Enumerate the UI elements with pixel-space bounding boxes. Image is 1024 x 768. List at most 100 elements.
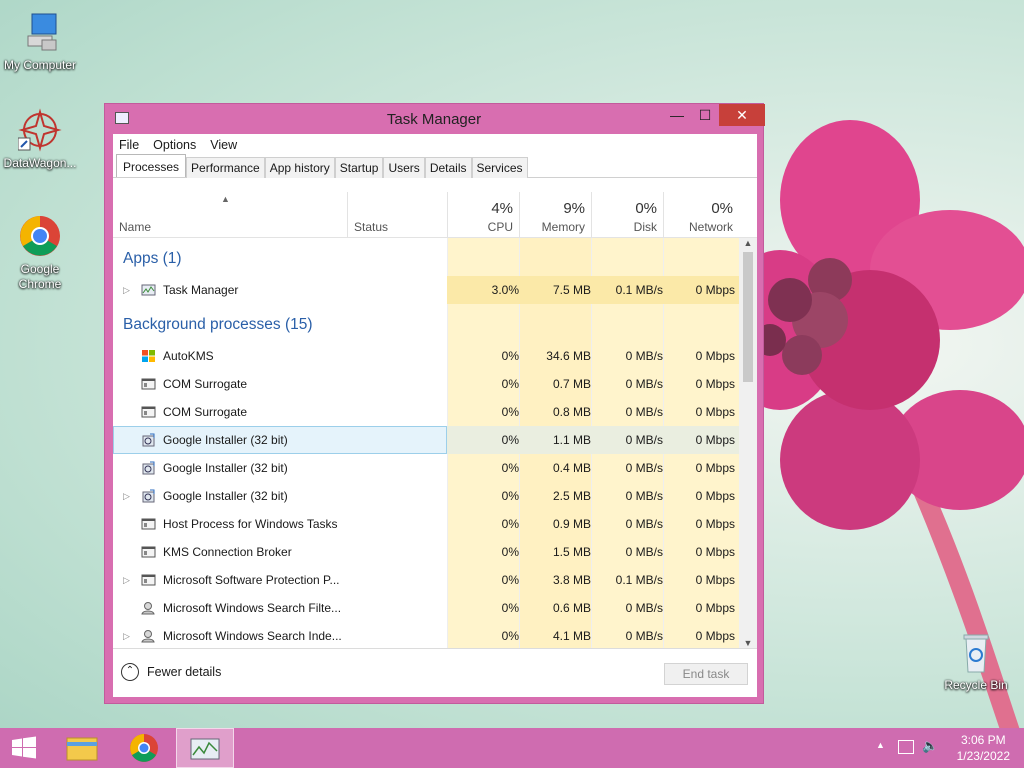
table-row[interactable]: Microsoft Windows Search Filte... 0% 0.6 M… xyxy=(113,594,739,622)
process-network: 0 Mbps xyxy=(695,545,735,559)
scroll-up-icon[interactable]: ▲ xyxy=(739,238,757,248)
expand-arrow-icon[interactable]: ▷ xyxy=(123,622,130,648)
minimize-button[interactable]: — xyxy=(663,104,691,126)
scroll-down-icon[interactable]: ▼ xyxy=(739,638,757,648)
menu-file[interactable]: File xyxy=(119,138,139,152)
desktop-icon-label: Recycle Bin xyxy=(944,678,1008,692)
table-row[interactable]: AutoKMS 0% 34.6 MB 0 MB/s 0 Mbps xyxy=(113,342,739,370)
taskbar-task-manager[interactable] xyxy=(176,728,234,768)
process-network: 0 Mbps xyxy=(695,283,735,297)
process-cpu: 0% xyxy=(501,489,519,503)
installer-icon xyxy=(141,461,156,475)
column-network[interactable]: 0% Network xyxy=(663,192,739,238)
tab-startup[interactable]: Startup xyxy=(334,157,384,178)
process-memory: 3.8 MB xyxy=(552,573,591,587)
scroll-thumb[interactable] xyxy=(743,252,753,382)
volume-muted-icon[interactable]: 🔈 xyxy=(922,738,938,754)
sort-up-icon: ▲ xyxy=(221,194,230,204)
process-name: Host Process for Windows Tasks xyxy=(163,517,338,531)
tab-details[interactable]: Details xyxy=(424,157,472,178)
tab-performance[interactable]: Performance xyxy=(186,157,265,178)
process-cpu: 0% xyxy=(501,629,519,643)
desktop-icon-chrome[interactable]: Google Chrome xyxy=(0,214,80,292)
task-manager-icon xyxy=(141,283,156,297)
start-button[interactable] xyxy=(0,728,58,768)
column-status-label: Status xyxy=(354,220,389,234)
taskbar-file-explorer[interactable] xyxy=(56,728,114,768)
maximize-button[interactable]: ☐ xyxy=(691,104,719,126)
process-name: Microsoft Software Protection P... xyxy=(163,573,340,587)
datawagon-icon xyxy=(17,108,62,152)
table-row[interactable]: Google Installer (32 bit) 0% 1.1 MB 0 MB/s 0… xyxy=(113,426,739,454)
fewer-details-button[interactable]: ⌃ Fewer details xyxy=(121,663,221,681)
process-disk: 0 MB/s xyxy=(625,629,663,643)
table-row[interactable]: ▷ Microsoft Windows Search Inde... 0% 4.1 M… xyxy=(113,622,739,648)
process-disk: 0 MB/s xyxy=(625,405,663,419)
disk-total: 0% xyxy=(635,200,657,217)
desktop-icon-recycle-bin[interactable]: Recycle Bin xyxy=(936,630,1016,693)
process-network: 0 Mbps xyxy=(695,489,735,503)
column-cpu[interactable]: 4% CPU xyxy=(447,192,519,238)
column-status[interactable]: Status xyxy=(347,192,447,238)
table-row[interactable]: KMS Connection Broker 0% 1.5 MB 0 MB/s 0 Mbp… xyxy=(113,538,739,566)
network-icon[interactable] xyxy=(898,740,914,754)
computer-icon xyxy=(18,10,62,54)
clock-time: 3:06 PM xyxy=(960,733,1006,747)
process-cpu: 0% xyxy=(501,517,519,531)
process-name: COM Surrogate xyxy=(163,405,248,419)
menu-bar: File Options View xyxy=(113,134,757,156)
installer-icon xyxy=(141,489,156,503)
tab-processes[interactable]: Processes xyxy=(116,154,187,177)
table-row[interactable]: COM Surrogate 0% 0.8 MB 0 MB/s 0 Mbps xyxy=(113,398,739,426)
taskbar-chrome[interactable] xyxy=(116,728,174,768)
desktop-icon-datawagon[interactable]: DataWagon... xyxy=(0,108,80,171)
menu-options[interactable]: Options xyxy=(153,138,196,152)
close-button[interactable]: ✕ xyxy=(719,104,765,126)
desktop-icon-label: Google Chrome xyxy=(18,262,62,291)
table-row[interactable]: Host Process for Windows Tasks 0% 0.9 MB 0 … xyxy=(113,510,739,538)
process-name: Google Installer (32 bit) xyxy=(163,489,288,503)
title-bar[interactable]: Task Manager — ☐ ✕ xyxy=(105,104,765,134)
expand-arrow-icon[interactable]: ▷ xyxy=(123,482,130,510)
process-name: Microsoft Windows Search Filte... xyxy=(163,601,342,615)
taskbar: ▲ 🔈 3:06 PM 1/23/2022 xyxy=(0,728,1024,768)
column-name-label: Name xyxy=(119,220,152,234)
tray-expand-icon[interactable]: ▲ xyxy=(876,740,885,750)
table-row[interactable]: ▷ Google Installer (32 bit) 0% 2.5 MB 0 MB/s… xyxy=(113,482,739,510)
table-row[interactable]: ▷ Task Manager 3.0% 7.5 MB 0.1 MB/s 0 Mbps xyxy=(113,276,739,304)
expand-arrow-icon[interactable]: ▷ xyxy=(123,566,130,594)
process-name: Google Installer (32 bit) xyxy=(163,433,288,447)
tab-users[interactable]: Users xyxy=(383,157,425,178)
tab-services[interactable]: Services xyxy=(471,157,528,178)
column-name[interactable]: ▲ Name xyxy=(113,192,347,238)
process-network: 0 Mbps xyxy=(695,405,735,419)
table-row[interactable]: Google Installer (32 bit) 0% 0.4 MB 0 MB/s 0… xyxy=(113,454,739,482)
window-app-icon xyxy=(141,573,156,587)
tab-app-history[interactable]: App history xyxy=(264,157,335,178)
process-cpu: 0% xyxy=(501,573,519,587)
process-memory: 34.6 MB xyxy=(546,349,591,363)
column-memory[interactable]: 9% Memory xyxy=(519,192,591,238)
memory-total: 9% xyxy=(563,200,585,217)
desktop-icon-my-computer[interactable]: My Computer xyxy=(0,10,80,73)
process-memory: 1.5 MB xyxy=(552,545,591,559)
vertical-scrollbar[interactable]: ▲ ▼ xyxy=(739,238,757,648)
process-table-body: Apps (1) Background processes (15) ▷ Task… xyxy=(113,238,739,648)
desktop-icon-label: My Computer xyxy=(3,58,77,72)
end-task-button[interactable]: End task xyxy=(664,663,748,685)
table-row[interactable]: COM Surrogate 0% 0.7 MB 0 MB/s 0 Mbps xyxy=(113,370,739,398)
process-memory: 0.8 MB xyxy=(552,405,591,419)
clock[interactable]: 3:06 PM 1/23/2022 xyxy=(957,732,1010,764)
cpu-total: 4% xyxy=(491,200,513,217)
process-memory: 7.5 MB xyxy=(552,283,591,297)
column-disk[interactable]: 0% Disk xyxy=(591,192,663,238)
process-name: COM Surrogate xyxy=(163,377,248,391)
process-network: 0 Mbps xyxy=(695,573,735,587)
menu-view[interactable]: View xyxy=(210,138,237,152)
process-cpu: 0% xyxy=(501,349,519,363)
process-disk: 0 MB/s xyxy=(625,349,663,363)
desktop-icon-label: DataWagon... xyxy=(3,156,77,170)
process-disk: 0 MB/s xyxy=(625,461,663,475)
table-row[interactable]: ▷ Microsoft Software Protection P... 0% 3.8… xyxy=(113,566,739,594)
expand-arrow-icon[interactable]: ▷ xyxy=(123,276,130,304)
